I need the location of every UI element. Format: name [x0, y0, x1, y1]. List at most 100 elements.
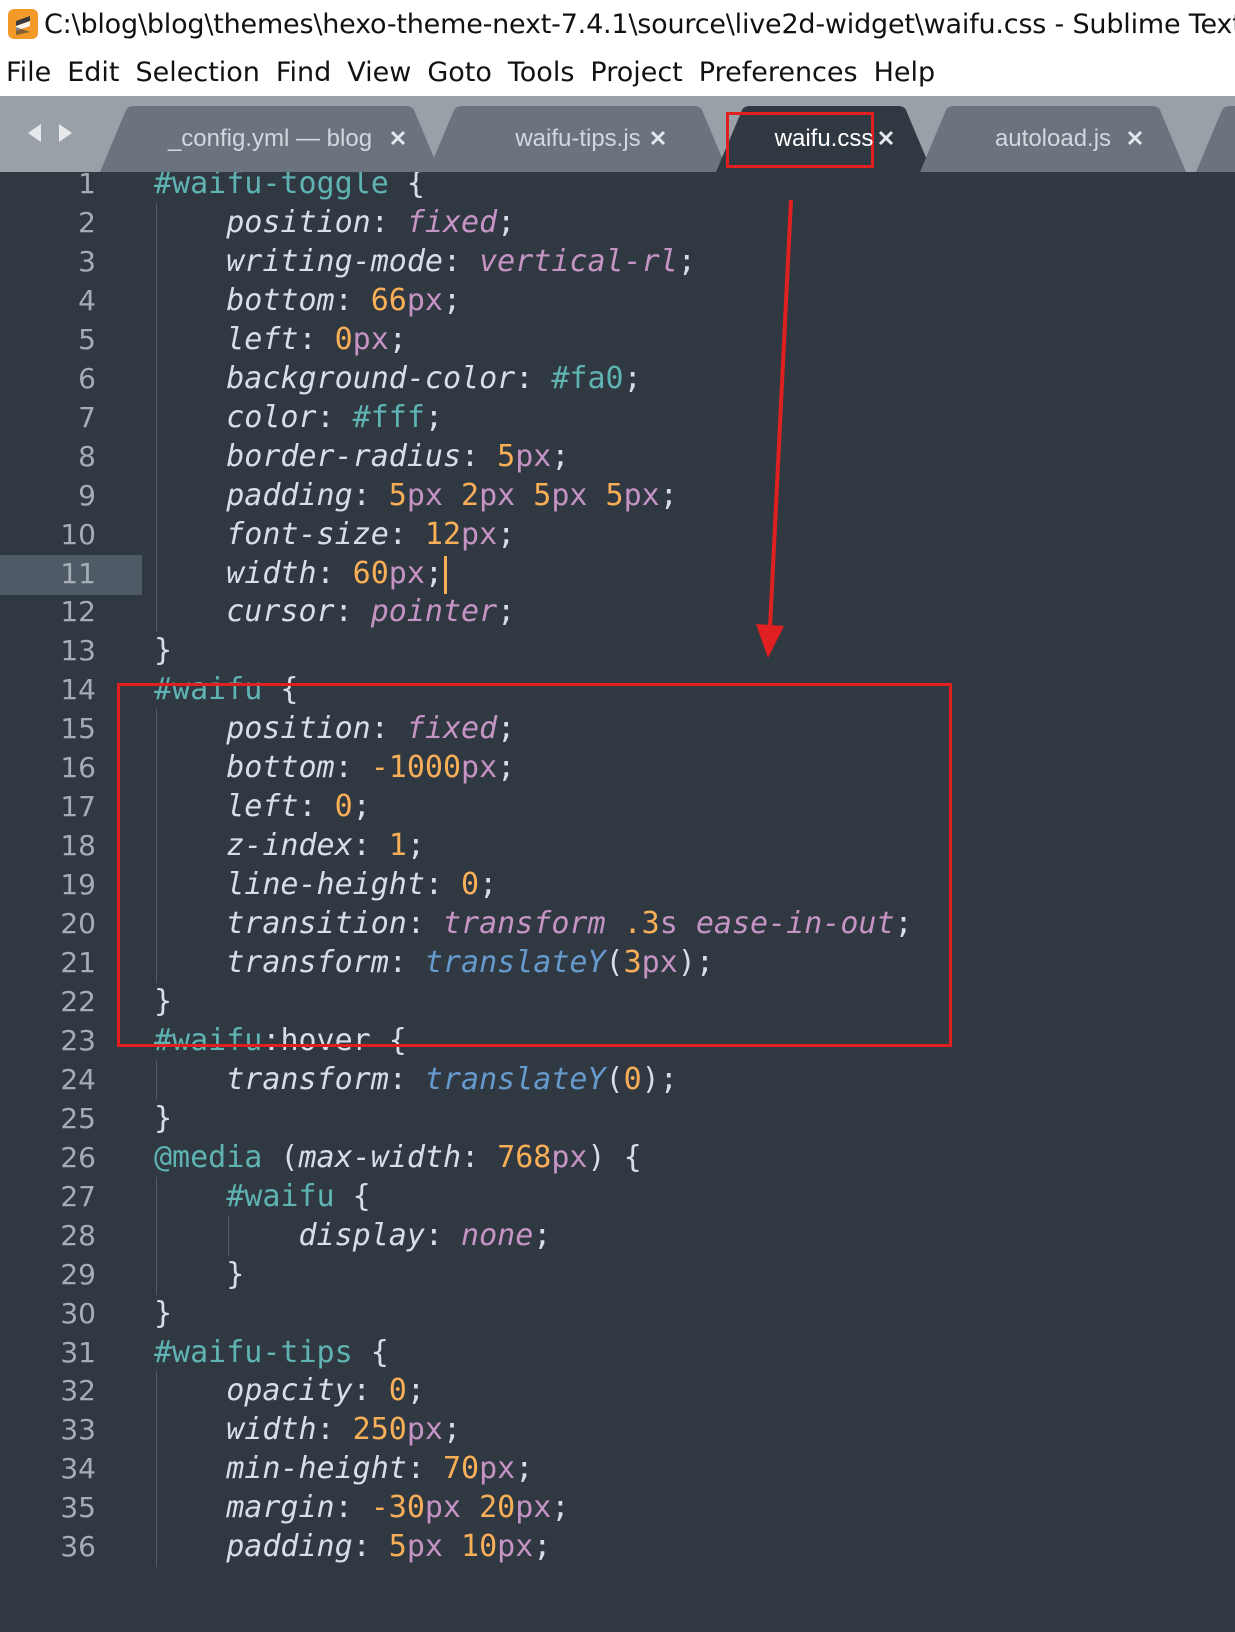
line-number: 15	[60, 712, 96, 746]
code-token: #waifu-tips	[154, 1334, 353, 1370]
previous-tab-icon[interactable]	[22, 118, 46, 148]
line-number: 1	[78, 172, 96, 200]
tab-waifu-tips-js[interactable]: waifu-tips.js	[428, 106, 728, 172]
code-token: ;	[442, 282, 462, 318]
code-token: width	[226, 555, 317, 591]
menu-help[interactable]: Help	[874, 57, 936, 88]
code-line: 35 margin: -30px 20px;	[0, 1488, 1235, 1529]
code-line: 13}	[0, 631, 1235, 671]
code-token: 768	[497, 1139, 552, 1175]
menu-find[interactable]: Find	[276, 57, 331, 88]
code-token: ;	[497, 204, 516, 240]
code-line: 25}	[0, 1099, 1235, 1139]
indent-guide	[228, 1215, 230, 1256]
code-text: #waifu-toggle {	[154, 172, 425, 204]
code-token: {	[352, 1334, 389, 1370]
overflow-tab[interactable]	[1196, 106, 1235, 172]
code-token: fixed	[406, 204, 498, 240]
code-token: min-height	[226, 1451, 407, 1487]
code-token: background-color	[226, 360, 516, 396]
code-line: 29}	[0, 1254, 1235, 1295]
code-text: cursor: pointer;	[226, 592, 515, 632]
code-token: #waifu-toggle	[154, 172, 389, 201]
sublime-text-icon	[8, 9, 38, 39]
line-number: 7	[78, 400, 96, 434]
menu-file[interactable]: File	[6, 57, 51, 88]
code-token: opacity	[226, 1373, 353, 1409]
code-token: -30	[370, 1490, 425, 1526]
code-text: #waifu-tips {	[154, 1333, 389, 1373]
code-text: min-height: 70px;	[226, 1449, 533, 1489]
line-number: 9	[78, 478, 96, 512]
code-line: 33 width: 250px;	[0, 1410, 1235, 1451]
code-line: 3 writing-mode: vertical-rl;	[0, 241, 1235, 282]
code-line: 5 left: 0px;	[0, 319, 1235, 360]
code-line: 26 @media (max-width: 768px) {	[0, 1138, 1235, 1178]
next-tab-icon[interactable]	[54, 118, 78, 148]
menu-edit[interactable]: Edit	[67, 57, 119, 88]
code-line: 7 color: #fff;	[0, 397, 1235, 438]
code-text: }	[154, 631, 172, 671]
code-token: :	[316, 555, 353, 591]
waifu-rule-annotation-box	[117, 683, 952, 1047]
close-tab-icon[interactable]	[1123, 126, 1147, 150]
indent-guide	[156, 397, 157, 438]
code-token: bottom	[226, 282, 335, 318]
code-token: ;	[551, 1490, 570, 1526]
code-token: 66	[370, 282, 407, 318]
line-number: 22	[60, 984, 96, 1018]
indent-guide	[156, 1371, 157, 1412]
code-token: #fa0	[551, 360, 624, 396]
menu-preferences[interactable]: Preferences	[699, 57, 858, 88]
close-tab-icon[interactable]	[874, 126, 898, 150]
code-token: :	[334, 594, 371, 630]
code-line: 12 cursor: pointer;	[0, 592, 1235, 633]
menu-project[interactable]: Project	[590, 57, 682, 88]
code-token: 20	[479, 1490, 516, 1526]
code-token: :	[334, 282, 371, 318]
code-token: color	[226, 399, 317, 435]
code-text: background-color: #fa0;	[226, 359, 641, 399]
line-number: 16	[60, 751, 96, 785]
code-line: 24 transform: translateY(0);	[0, 1059, 1235, 1100]
code-line: 27 #waifu {	[0, 1176, 1235, 1217]
line-number: 6	[78, 361, 96, 395]
code-line: 4 bottom: 66px;	[0, 280, 1235, 321]
code-text: left: 0px;	[226, 320, 407, 360]
code-token: vertical-rl	[479, 243, 678, 279]
code-token: px	[479, 477, 516, 513]
line-number: 14	[60, 673, 96, 707]
code-line: 32 opacity: 0;	[0, 1371, 1235, 1412]
code-token: ;	[388, 321, 407, 357]
indent-guide	[156, 241, 157, 282]
close-tab-icon[interactable]	[646, 126, 670, 150]
code-token: ) {	[587, 1139, 642, 1175]
code-token: px	[515, 1490, 552, 1526]
line-number: 13	[60, 634, 96, 668]
menu-view[interactable]: View	[347, 57, 411, 88]
line-number: 36	[60, 1530, 96, 1564]
code-token: 5	[388, 477, 407, 513]
code-token: 0	[623, 1061, 642, 1097]
code-token: ;	[677, 243, 696, 279]
close-tab-icon[interactable]	[386, 126, 410, 150]
code-text: }	[226, 1255, 244, 1295]
code-token: padding	[226, 1529, 353, 1565]
code-text: font-size: 12px;	[226, 515, 515, 555]
indent-guide	[156, 1254, 157, 1295]
code-token: :	[406, 1451, 443, 1487]
indent-guide	[156, 319, 157, 360]
code-token: #waifu	[226, 1178, 335, 1214]
code-token: @media	[154, 1139, 263, 1175]
menu-selection[interactable]: Selection	[135, 57, 259, 88]
code-token: width	[226, 1412, 317, 1448]
menu-goto[interactable]: Goto	[427, 57, 492, 88]
code-token: border-radius	[226, 438, 462, 474]
menu-tools[interactable]: Tools	[508, 57, 575, 88]
code-text: color: #fff;	[226, 398, 443, 438]
code-token: ;	[659, 477, 678, 513]
code-token: ;	[533, 1529, 552, 1565]
code-token: :	[316, 1412, 353, 1448]
code-token: :	[352, 1373, 389, 1409]
